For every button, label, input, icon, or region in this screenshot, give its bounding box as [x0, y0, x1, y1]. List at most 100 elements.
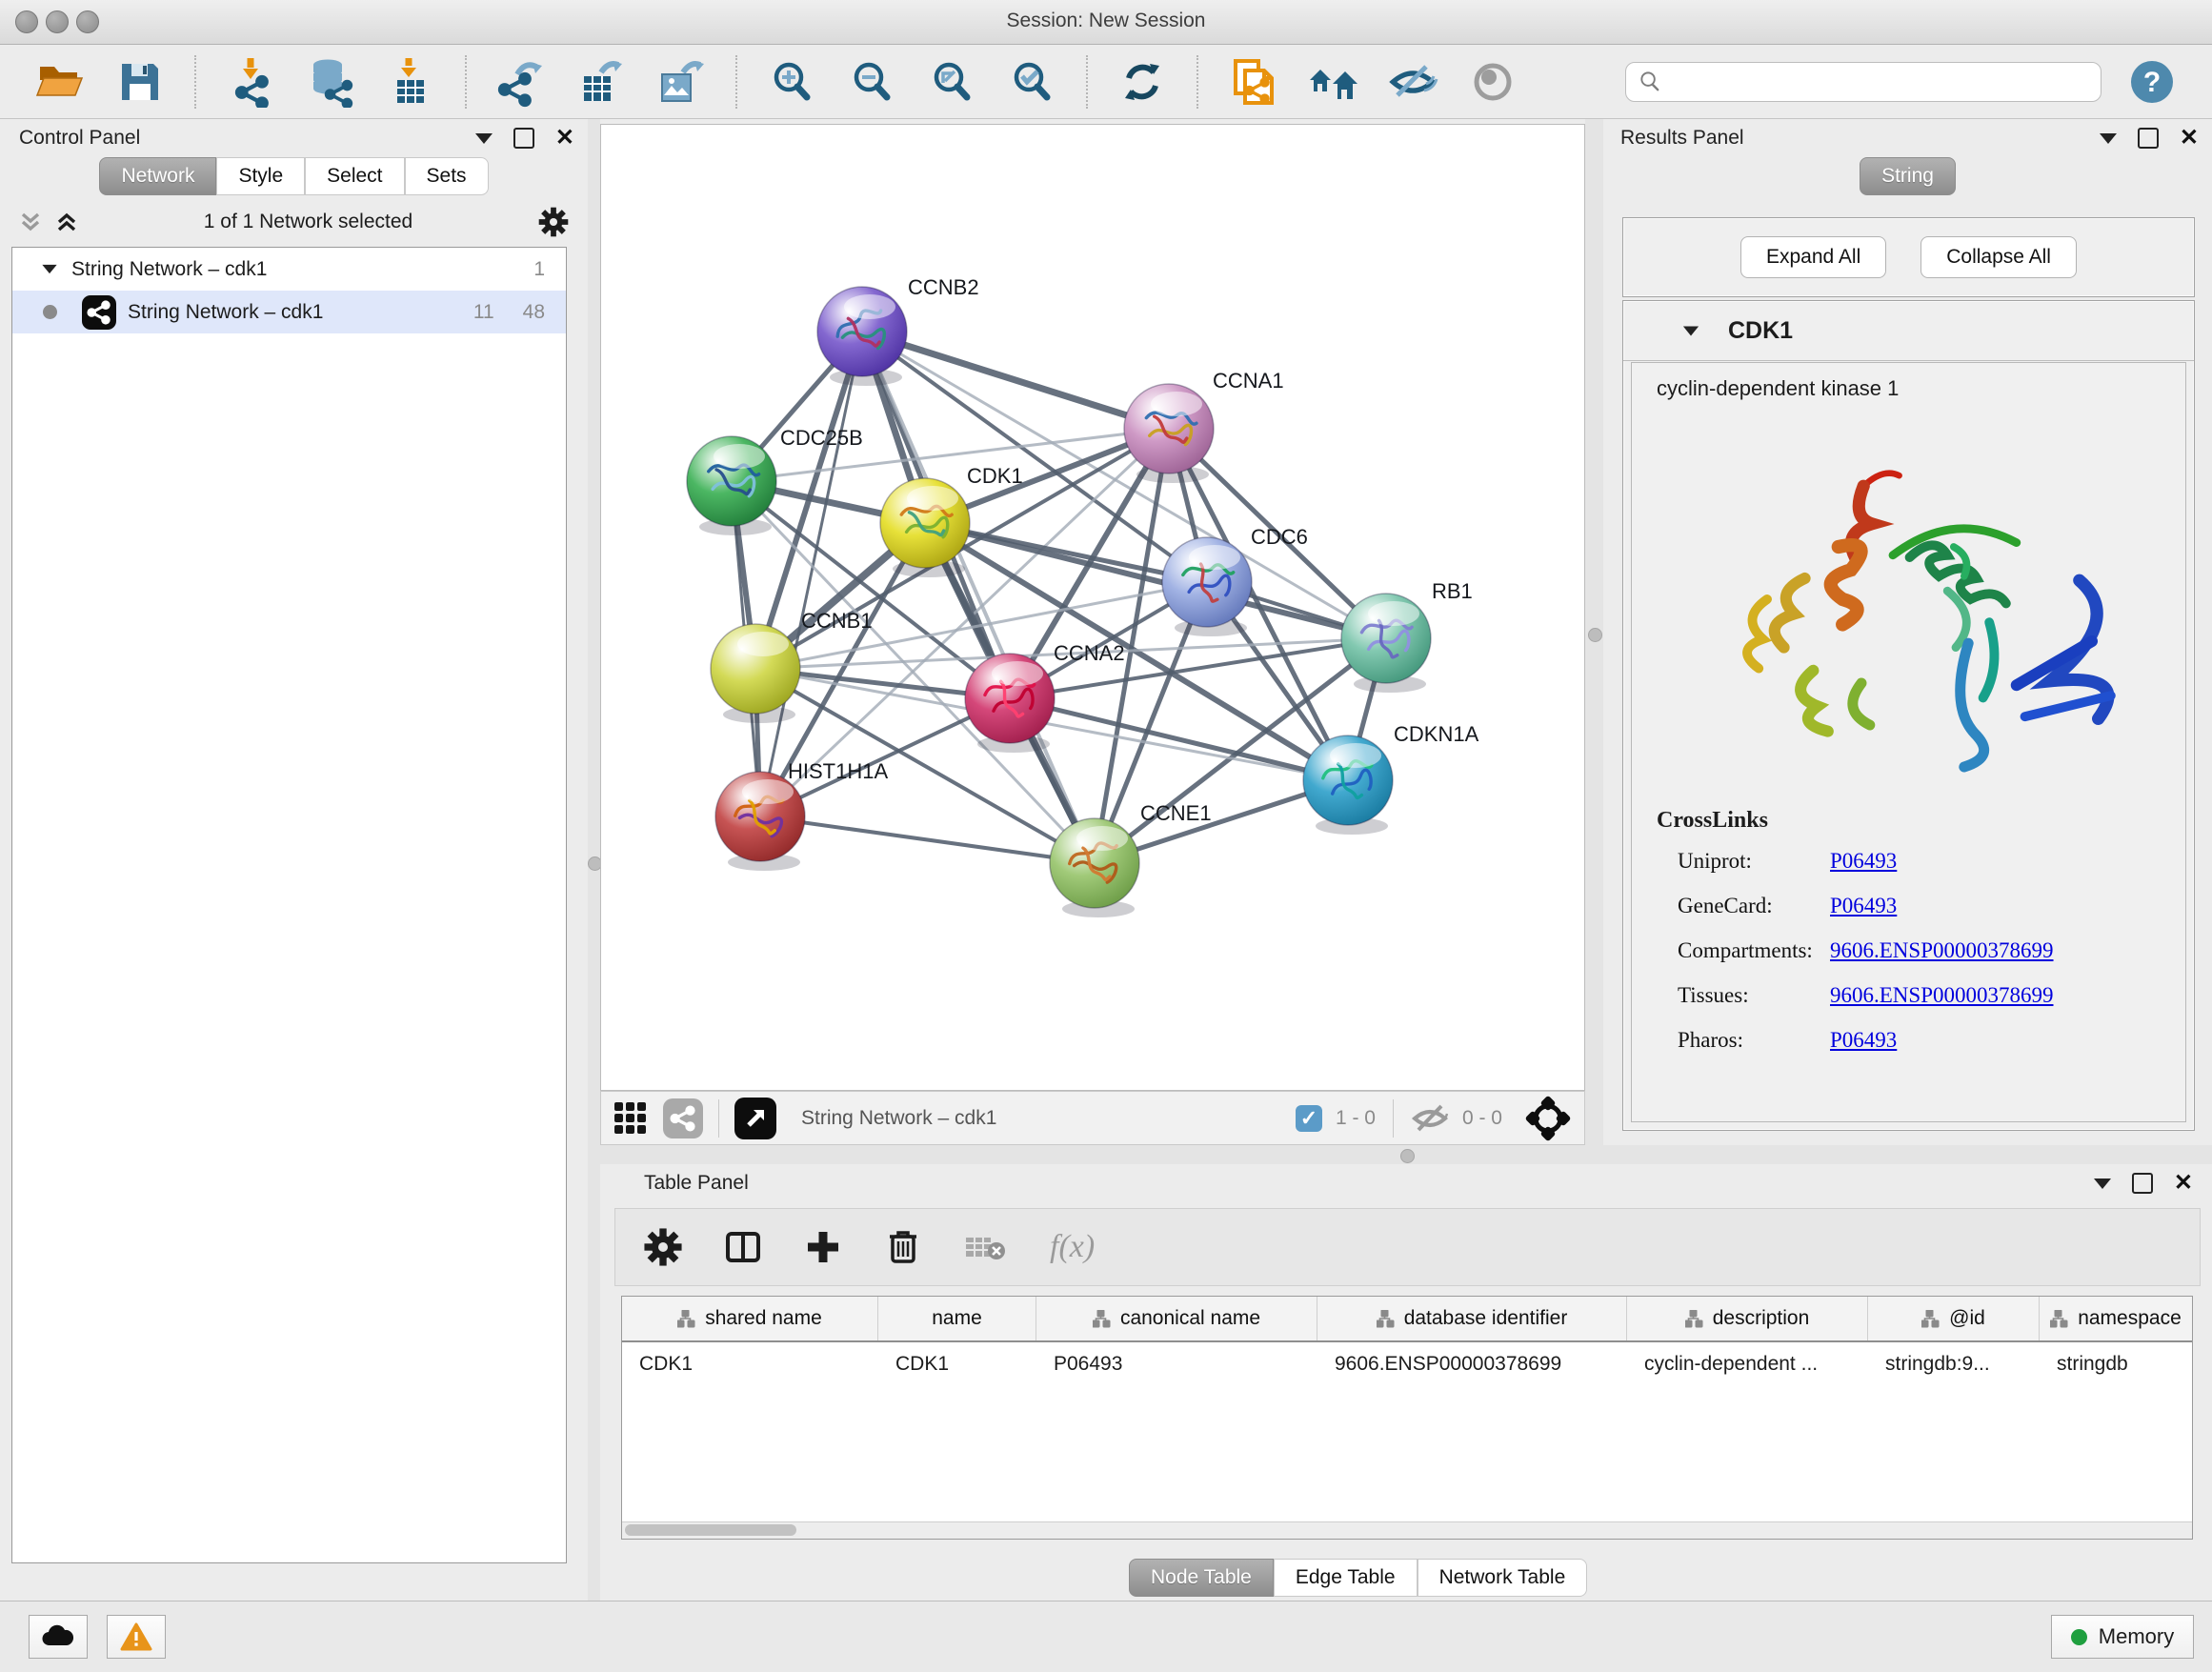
crosslink-tissues-link[interactable]: 9606.ENSP00000378699 [1830, 983, 2054, 1008]
grid-view-icon[interactable] [614, 1102, 646, 1134]
graph-edge-CDK1-RB1[interactable] [925, 523, 1386, 638]
table-horizontal-scrollbar[interactable] [622, 1521, 2192, 1539]
tab-select[interactable]: Select [305, 157, 404, 195]
collapse-panel-icon[interactable] [2094, 1178, 2111, 1189]
expand-all-button[interactable]: Expand All [1740, 236, 1886, 278]
graph-edge-HIST1H1A-CCNE1[interactable] [760, 816, 1095, 863]
shared-column-icon [677, 1310, 695, 1328]
scrollbar-thumb[interactable] [625, 1524, 796, 1536]
graph-node-CDC25B[interactable] [687, 436, 776, 535]
graph-node-CDKN1A[interactable] [1303, 735, 1393, 835]
zoom-in-icon[interactable] [766, 56, 817, 108]
graph-node-CCNB1[interactable] [711, 624, 800, 723]
table-options-gear-icon[interactable] [642, 1226, 684, 1268]
close-panel-icon[interactable]: ✕ [2174, 1175, 2193, 1192]
crosslink-pharos-link[interactable]: P06493 [1830, 1028, 1897, 1053]
duplicate-network-icon[interactable] [1227, 56, 1278, 108]
open-session-icon[interactable] [34, 56, 86, 108]
zoom-fit-icon[interactable] [926, 56, 977, 108]
column-header-canonical-name[interactable]: canonical name [1036, 1297, 1317, 1340]
svg-text:?: ? [2143, 67, 2161, 98]
network-options-gear-icon[interactable] [536, 205, 571, 239]
crosslink-compartments-link[interactable]: 9606.ENSP00000378699 [1830, 938, 2054, 963]
warning-status-button[interactable] [107, 1615, 166, 1659]
search-input[interactable] [1662, 70, 2089, 93]
column-header-database-identifier[interactable]: database identifier [1317, 1297, 1627, 1340]
tab-edge-table[interactable]: Edge Table [1274, 1559, 1418, 1597]
network-row-selected[interactable]: String Network – cdk1 11 48 [12, 291, 566, 333]
column-header-namespace[interactable]: namespace [2040, 1297, 2192, 1340]
search-box[interactable] [1625, 62, 2101, 102]
float-panel-icon[interactable] [513, 128, 534, 149]
import-table-file-icon[interactable] [385, 56, 436, 108]
zoom-selected-icon[interactable] [1006, 56, 1057, 108]
graph-node-HIST1H1A[interactable] [715, 772, 805, 871]
close-panel-icon[interactable]: ✕ [555, 130, 574, 147]
tab-node-table[interactable]: Node Table [1129, 1559, 1274, 1597]
import-network-file-icon[interactable] [225, 56, 276, 108]
memory-button[interactable]: Memory [2051, 1615, 2194, 1659]
first-neighbors-icon[interactable] [1307, 56, 1358, 108]
import-network-database-icon[interactable] [305, 56, 356, 108]
graph-edge-CCNB2-CCNA1[interactable] [862, 332, 1169, 429]
collapse-panel-icon[interactable] [475, 133, 493, 144]
tab-string[interactable]: String [1860, 157, 1956, 195]
expand-all-networks-icon[interactable] [53, 209, 80, 235]
hide-selected-icon[interactable] [1387, 56, 1438, 108]
results-actions-box: Expand All Collapse All [1622, 217, 2195, 297]
birds-eye-view-icon[interactable] [734, 1098, 776, 1139]
section-expand-icon[interactable] [1683, 326, 1699, 335]
add-column-icon[interactable] [802, 1226, 844, 1268]
crosslink-label: Compartments: [1678, 938, 1830, 963]
column-header-shared-name[interactable]: shared name [622, 1297, 878, 1340]
toolbar-separator [735, 55, 737, 109]
network-overview-icon[interactable] [663, 1098, 703, 1138]
column-header-description[interactable]: description [1627, 1297, 1868, 1340]
graph-node-label: HIST1H1A [788, 759, 888, 783]
help-icon[interactable]: ? [2126, 56, 2178, 108]
crosslink-genecard-link[interactable]: P06493 [1830, 894, 1897, 918]
graph-node-CCNE1[interactable] [1050, 818, 1139, 917]
show-all-icon[interactable] [1467, 56, 1518, 108]
graph-node-RB1[interactable] [1341, 594, 1431, 693]
show-columns-icon[interactable] [722, 1226, 764, 1268]
collapse-all-networks-icon[interactable] [17, 209, 44, 235]
graph-node-CDC6[interactable] [1162, 537, 1252, 636]
results-splitter[interactable] [1585, 119, 1603, 1145]
graph-node-CCNA1[interactable] [1124, 384, 1214, 483]
tab-sets[interactable]: Sets [405, 157, 489, 195]
left-splitter[interactable] [588, 119, 600, 1601]
fit-selected-target-icon[interactable] [1525, 1096, 1571, 1141]
column-header-id[interactable]: @id [1868, 1297, 2040, 1340]
float-panel-icon[interactable] [2132, 1173, 2153, 1194]
save-session-icon[interactable] [114, 56, 166, 108]
crosslink-uniprot-link[interactable]: P06493 [1830, 849, 1897, 874]
tab-style[interactable]: Style [216, 157, 305, 195]
close-panel-icon[interactable]: ✕ [2180, 130, 2199, 147]
delete-column-icon[interactable] [882, 1226, 924, 1268]
tab-network-table[interactable]: Network Table [1418, 1559, 1588, 1597]
graph-edge-CCNB2-HIST1H1A[interactable] [760, 332, 862, 816]
tab-network[interactable]: Network [99, 157, 216, 195]
collection-expand-icon[interactable] [42, 265, 56, 273]
table-row[interactable]: CDK1 CDK1 P06493 9606.ENSP00000378699 cy… [622, 1342, 2192, 1385]
zoom-out-icon[interactable] [846, 56, 897, 108]
export-image-icon[interactable] [655, 56, 707, 108]
export-table-icon[interactable] [575, 56, 627, 108]
collapse-all-button[interactable]: Collapse All [1920, 236, 2077, 278]
export-network-icon[interactable] [495, 56, 547, 108]
refresh-icon[interactable] [1116, 56, 1168, 108]
float-panel-icon[interactable] [2138, 128, 2159, 149]
table-splitter[interactable] [600, 1145, 2212, 1164]
string-network-graph[interactable]: CCNB2CCNA1CDC25BCDK1CDC6RB1CCNB1CCNA2CDK… [601, 125, 1584, 1090]
table-splitter-handle[interactable] [1400, 1149, 1415, 1163]
column-header-name[interactable]: name [878, 1297, 1036, 1340]
network-collection-row[interactable]: String Network – cdk1 1 [12, 248, 566, 291]
network-canvas[interactable]: CCNB2CCNA1CDC25BCDK1CDC6RB1CCNB1CCNA2CDK… [600, 124, 1585, 1091]
cloud-status-button[interactable] [29, 1615, 88, 1659]
collapse-panel-icon[interactable] [2100, 133, 2117, 144]
control-panel-title: Control Panel [19, 127, 140, 150]
graph-edge-CCNB2-CCNE1[interactable] [862, 332, 1095, 863]
selected-nodes-checkbox[interactable]: ✓ [1296, 1105, 1322, 1132]
results-splitter-handle[interactable] [1588, 628, 1602, 642]
